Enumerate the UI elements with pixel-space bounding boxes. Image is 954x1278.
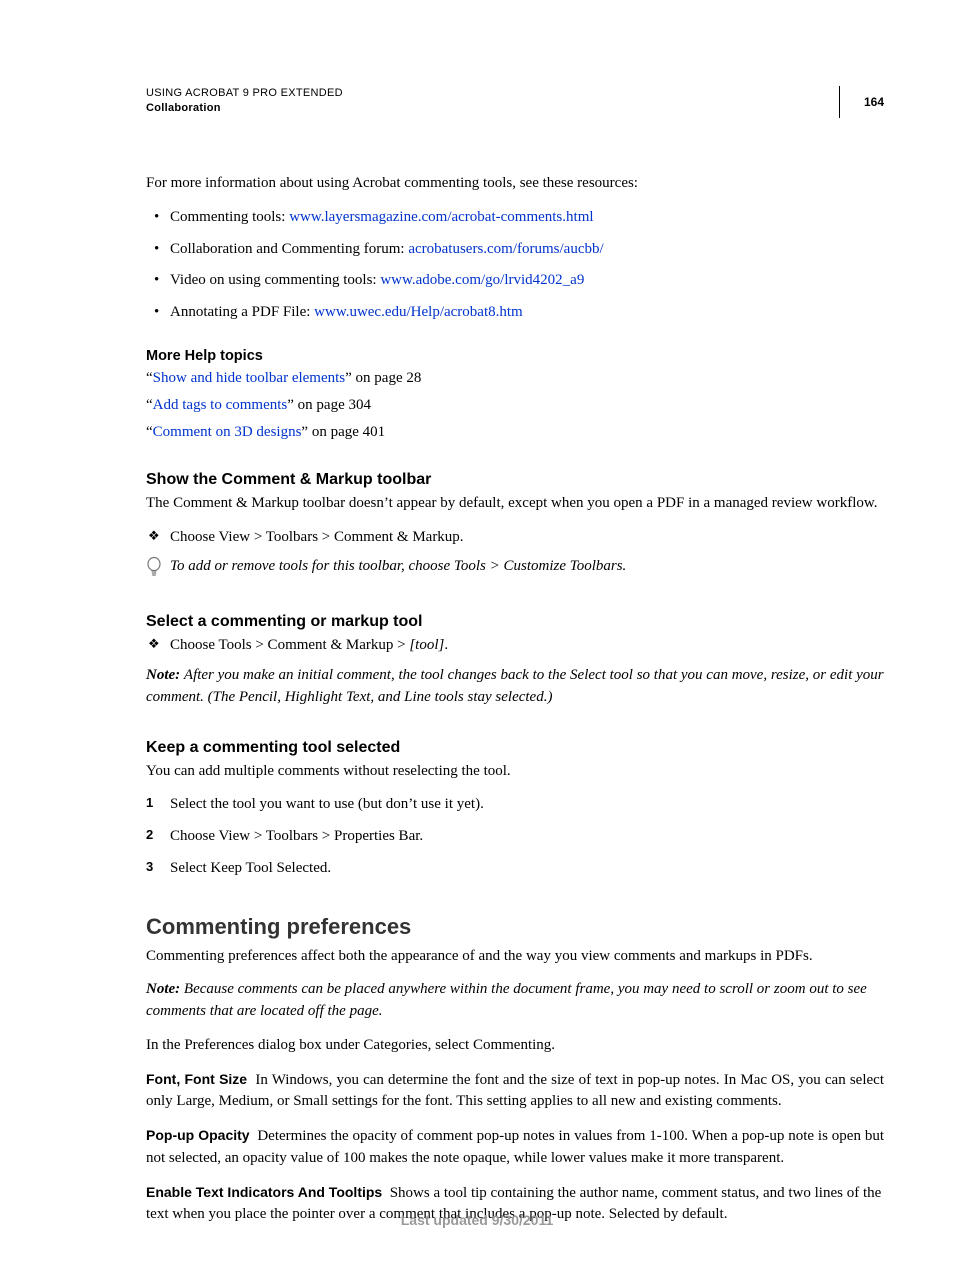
step-list: Select the tool you want to use (but don…: [146, 794, 884, 879]
resource-link[interactable]: www.uwec.edu/Help/acrobat8.htm: [314, 304, 523, 320]
help-line: “Add tags to comments” on page 304: [146, 397, 884, 414]
note: Note: After you make an initial comment,…: [146, 665, 884, 709]
note-text: After you make an initial comment, the t…: [146, 667, 884, 705]
help-line: “Comment on 3D designs” on page 401: [146, 424, 884, 441]
section-heading-prefs: Commenting preferences: [146, 914, 884, 940]
section-body: You can add multiple comments without re…: [146, 761, 884, 783]
resource-link[interactable]: www.layersmagazine.com/acrobat-comments.…: [289, 209, 593, 225]
doc-title: USING ACROBAT 9 PRO EXTENDED: [146, 86, 839, 101]
step-line: Choose View > Toolbars > Comment & Marku…: [146, 527, 884, 549]
intro-paragraph: For more information about using Acrobat…: [146, 173, 884, 195]
list-item: Annotating a PDF File: www.uwec.edu/Help…: [146, 302, 884, 324]
note-label: Note:: [146, 667, 184, 683]
page-footer: Last updated 9/30/2011: [0, 1212, 954, 1228]
resource-label: Annotating a PDF File:: [170, 304, 314, 320]
help-suffix: ” on page 401: [301, 424, 385, 440]
resource-label: Commenting tools:: [170, 209, 289, 225]
list-item: Collaboration and Commenting forum: acro…: [146, 239, 884, 261]
note: Note: Because comments can be placed any…: [146, 979, 884, 1023]
tip: To add or remove tools for this toolbar,…: [146, 556, 884, 583]
pref-term: Font, Font Size: [146, 1071, 247, 1087]
note-text: Because comments can be placed anywhere …: [146, 981, 867, 1019]
step-item: Select Keep Tool Selected.: [146, 858, 884, 880]
more-help-heading: More Help topics: [146, 348, 884, 364]
resource-list: Commenting tools: www.layersmagazine.com…: [146, 207, 884, 324]
step-item: Select the tool you want to use (but don…: [146, 794, 884, 816]
step-line: Choose Tools > Comment & Markup > [tool]…: [146, 635, 884, 657]
step-tool: [tool]: [409, 637, 444, 653]
lightbulb-icon: [146, 556, 162, 583]
help-link[interactable]: Comment on 3D designs: [153, 424, 302, 440]
resource-link[interactable]: www.adobe.com/go/lrvid4202_a9: [380, 272, 584, 288]
list-item: Video on using commenting tools: www.ado…: [146, 270, 884, 292]
help-link[interactable]: Add tags to comments: [153, 397, 288, 413]
help-link[interactable]: Show and hide toolbar elements: [153, 370, 345, 386]
section-heading-select-tool: Select a commenting or markup tool: [146, 613, 884, 631]
header-left: USING ACROBAT 9 PRO EXTENDED Collaborati…: [146, 86, 839, 117]
pref-desc: In Windows, you can determine the font a…: [146, 1072, 884, 1110]
step-prefix: Choose Tools > Comment & Markup >: [170, 637, 409, 653]
prefs-p2: In the Preferences dialog box under Cate…: [146, 1035, 884, 1057]
pref-term: Pop-up Opacity: [146, 1127, 250, 1143]
step-item: Choose View > Toolbars > Properties Bar.: [146, 826, 884, 848]
pref-term: Enable Text Indicators And Tooltips: [146, 1184, 382, 1200]
note-label: Note:: [146, 981, 184, 997]
page-number: 164: [839, 86, 884, 118]
section-heading-show-toolbar: Show the Comment & Markup toolbar: [146, 471, 884, 489]
prefs-p1: Commenting preferences affect both the a…: [146, 946, 884, 968]
help-line: “Show and hide toolbar elements” on page…: [146, 370, 884, 387]
resource-label: Video on using commenting tools:: [170, 272, 380, 288]
resource-link[interactable]: acrobatusers.com/forums/aucbb/: [408, 241, 603, 257]
tip-text: To add or remove tools for this toolbar,…: [170, 556, 626, 578]
pref-item: Pop-up Opacity Determines the opacity of…: [146, 1125, 884, 1170]
page-header: USING ACROBAT 9 PRO EXTENDED Collaborati…: [146, 86, 884, 118]
doc-section: Collaboration: [146, 101, 839, 116]
help-suffix: ” on page 28: [345, 370, 421, 386]
resource-label: Collaboration and Commenting forum:: [170, 241, 408, 257]
section-heading-keep-tool: Keep a commenting tool selected: [146, 739, 884, 757]
list-item: Commenting tools: www.layersmagazine.com…: [146, 207, 884, 229]
pref-desc: Determines the opacity of comment pop-up…: [146, 1128, 884, 1166]
pref-item: Font, Font Size In Windows, you can dete…: [146, 1069, 884, 1114]
step-suffix: .: [444, 637, 448, 653]
help-suffix: ” on page 304: [287, 397, 371, 413]
section-body: The Comment & Markup toolbar doesn’t app…: [146, 493, 884, 515]
